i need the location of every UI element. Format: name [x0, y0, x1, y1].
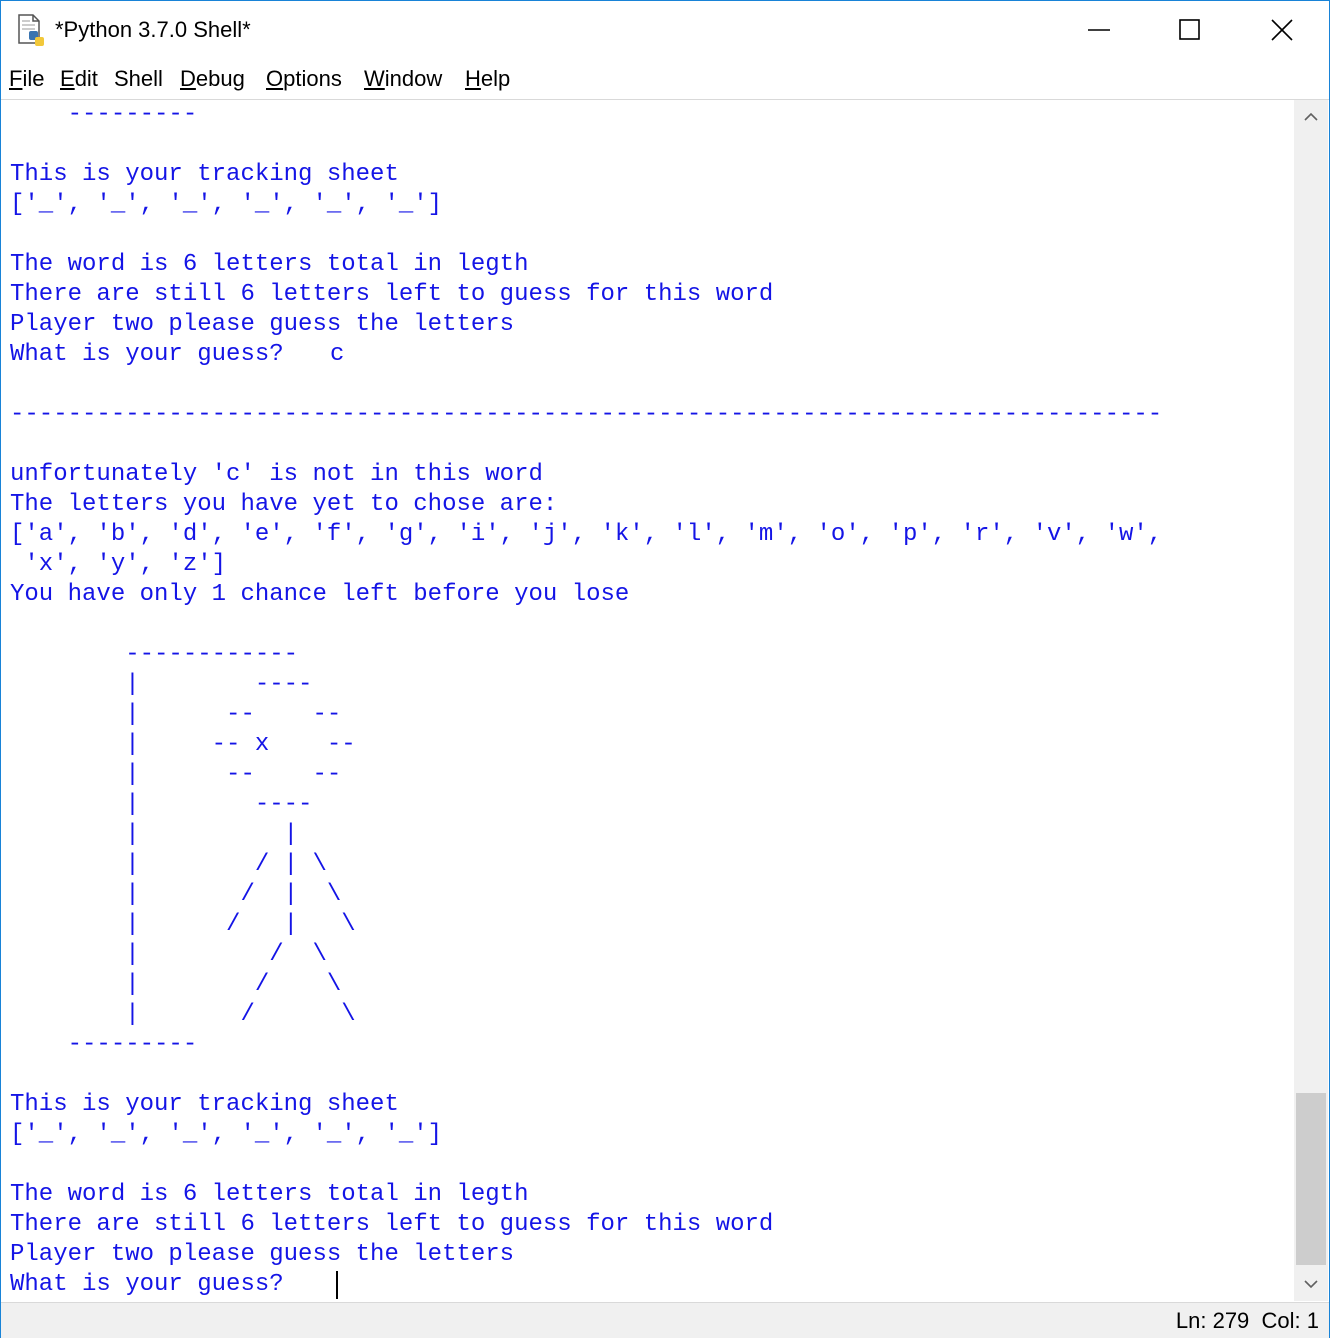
menu-help[interactable]: Help	[465, 66, 510, 92]
shell-line: ---------	[10, 1031, 198, 1058]
menu-edit-label: dit	[74, 66, 98, 91]
shell-line: The letters you have yet to chose are:	[10, 491, 558, 518]
shell-line: Player two please guess the letters	[10, 1241, 515, 1268]
scroll-up-button[interactable]	[1294, 100, 1328, 134]
shell-line: ------------	[10, 641, 299, 668]
status-bar: Ln: 279 Col: 1	[1, 1302, 1329, 1338]
minimize-button[interactable]	[1053, 1, 1145, 59]
shell-line: ----------------------------------------…	[10, 401, 1163, 428]
shell-line: This is your tracking sheet	[10, 161, 399, 188]
shell-line: | -- --	[10, 761, 342, 788]
shell-line: | / | \	[10, 881, 342, 908]
menu-debug-label: ebug	[195, 66, 245, 91]
menu-help-label: elp	[480, 66, 511, 91]
shell-line: | -- x --	[10, 731, 356, 758]
shell-line: | / \	[10, 941, 327, 968]
maximize-icon	[1179, 19, 1200, 40]
shell-line: ---------	[10, 101, 198, 128]
text-cursor	[336, 1271, 338, 1299]
chevron-up-icon	[1304, 112, 1318, 121]
close-icon	[1271, 19, 1293, 41]
cursor-position: Ln: 279 Col: 1	[1175, 1308, 1319, 1333]
menu-edit[interactable]: Edit	[60, 66, 98, 92]
menu-window-mnemonic: W	[364, 66, 385, 91]
shell-line: There are still 6 letters left to guess …	[10, 281, 774, 308]
menu-window[interactable]: Window	[364, 66, 442, 92]
shell-line: What is your guess?	[10, 1271, 299, 1298]
menu-edit-mnemonic: E	[60, 66, 75, 91]
shell-line: What is your guess?	[10, 341, 299, 368]
shell-line: | / | \	[10, 911, 356, 938]
shell-line: | -- --	[10, 701, 342, 728]
shell-line: | |	[10, 821, 299, 848]
shell-line: | / | \	[10, 851, 327, 878]
menu-bar: File Edit Shell Debug Options Window Hel…	[1, 61, 1329, 100]
shell-line: The word is 6 letters total in legth	[10, 251, 529, 278]
chevron-down-icon	[1304, 1280, 1318, 1289]
shell-line: You have only 1 chance left before you l…	[10, 581, 630, 608]
menu-help-mnemonic: H	[465, 66, 481, 91]
menu-options-mnemonic: O	[266, 66, 284, 91]
shell-line: unfortunately 'c' is not in this word	[10, 461, 543, 488]
shell-line: There are still 6 letters left to guess …	[10, 1211, 774, 1238]
maximize-button[interactable]	[1144, 1, 1236, 59]
window-title: *Python 3.7.0 Shell*	[55, 17, 251, 42]
menu-file-label: ile	[22, 66, 45, 91]
shell-line: | / \	[10, 1001, 356, 1028]
shell-line: | / \	[10, 971, 342, 998]
menu-window-label: indow	[384, 66, 443, 91]
close-button[interactable]	[1236, 1, 1328, 59]
shell-line: Player two please guess the letters	[10, 311, 515, 338]
menu-shell[interactable]: Shell	[114, 66, 163, 92]
shell-line: 'x', 'y', 'z']	[10, 551, 227, 578]
shell-line: | ----	[10, 671, 313, 698]
vertical-scrollbar[interactable]	[1294, 100, 1328, 1301]
shell-line: ['a', 'b', 'd', 'e', 'f', 'g', 'i', 'j',…	[10, 521, 1163, 548]
user-input-text: c	[330, 341, 345, 368]
menu-debug[interactable]: Debug	[180, 66, 245, 92]
scroll-down-button[interactable]	[1294, 1267, 1328, 1301]
menu-shell-label: Shell	[114, 66, 163, 91]
menu-debug-mnemonic: D	[180, 66, 196, 91]
shell-line: The word is 6 letters total in legth	[10, 1181, 529, 1208]
shell-text-area[interactable]: --------- This is your tracking sheet ['_'…	[3, 100, 1293, 1301]
menu-file[interactable]: File	[9, 66, 44, 92]
minimize-icon	[1088, 29, 1110, 31]
scroll-thumb[interactable]	[1296, 1093, 1326, 1265]
shell-line: This is your tracking sheet	[10, 1091, 399, 1118]
title-bar[interactable]: *Python 3.7.0 Shell*	[1, 1, 1329, 61]
shell-line: | ----	[10, 791, 313, 818]
shell-line: ['_', '_', '_', '_', '_', '_']	[10, 191, 443, 218]
menu-options[interactable]: Options	[266, 66, 342, 92]
python-file-icon	[15, 13, 49, 49]
menu-options-label: ptions	[283, 66, 342, 91]
idle-shell-window: *Python 3.7.0 Shell* File Edit Shell Deb…	[0, 0, 1330, 1338]
shell-line: ['_', '_', '_', '_', '_', '_']	[10, 1121, 443, 1148]
menu-file-mnemonic: F	[9, 66, 23, 91]
